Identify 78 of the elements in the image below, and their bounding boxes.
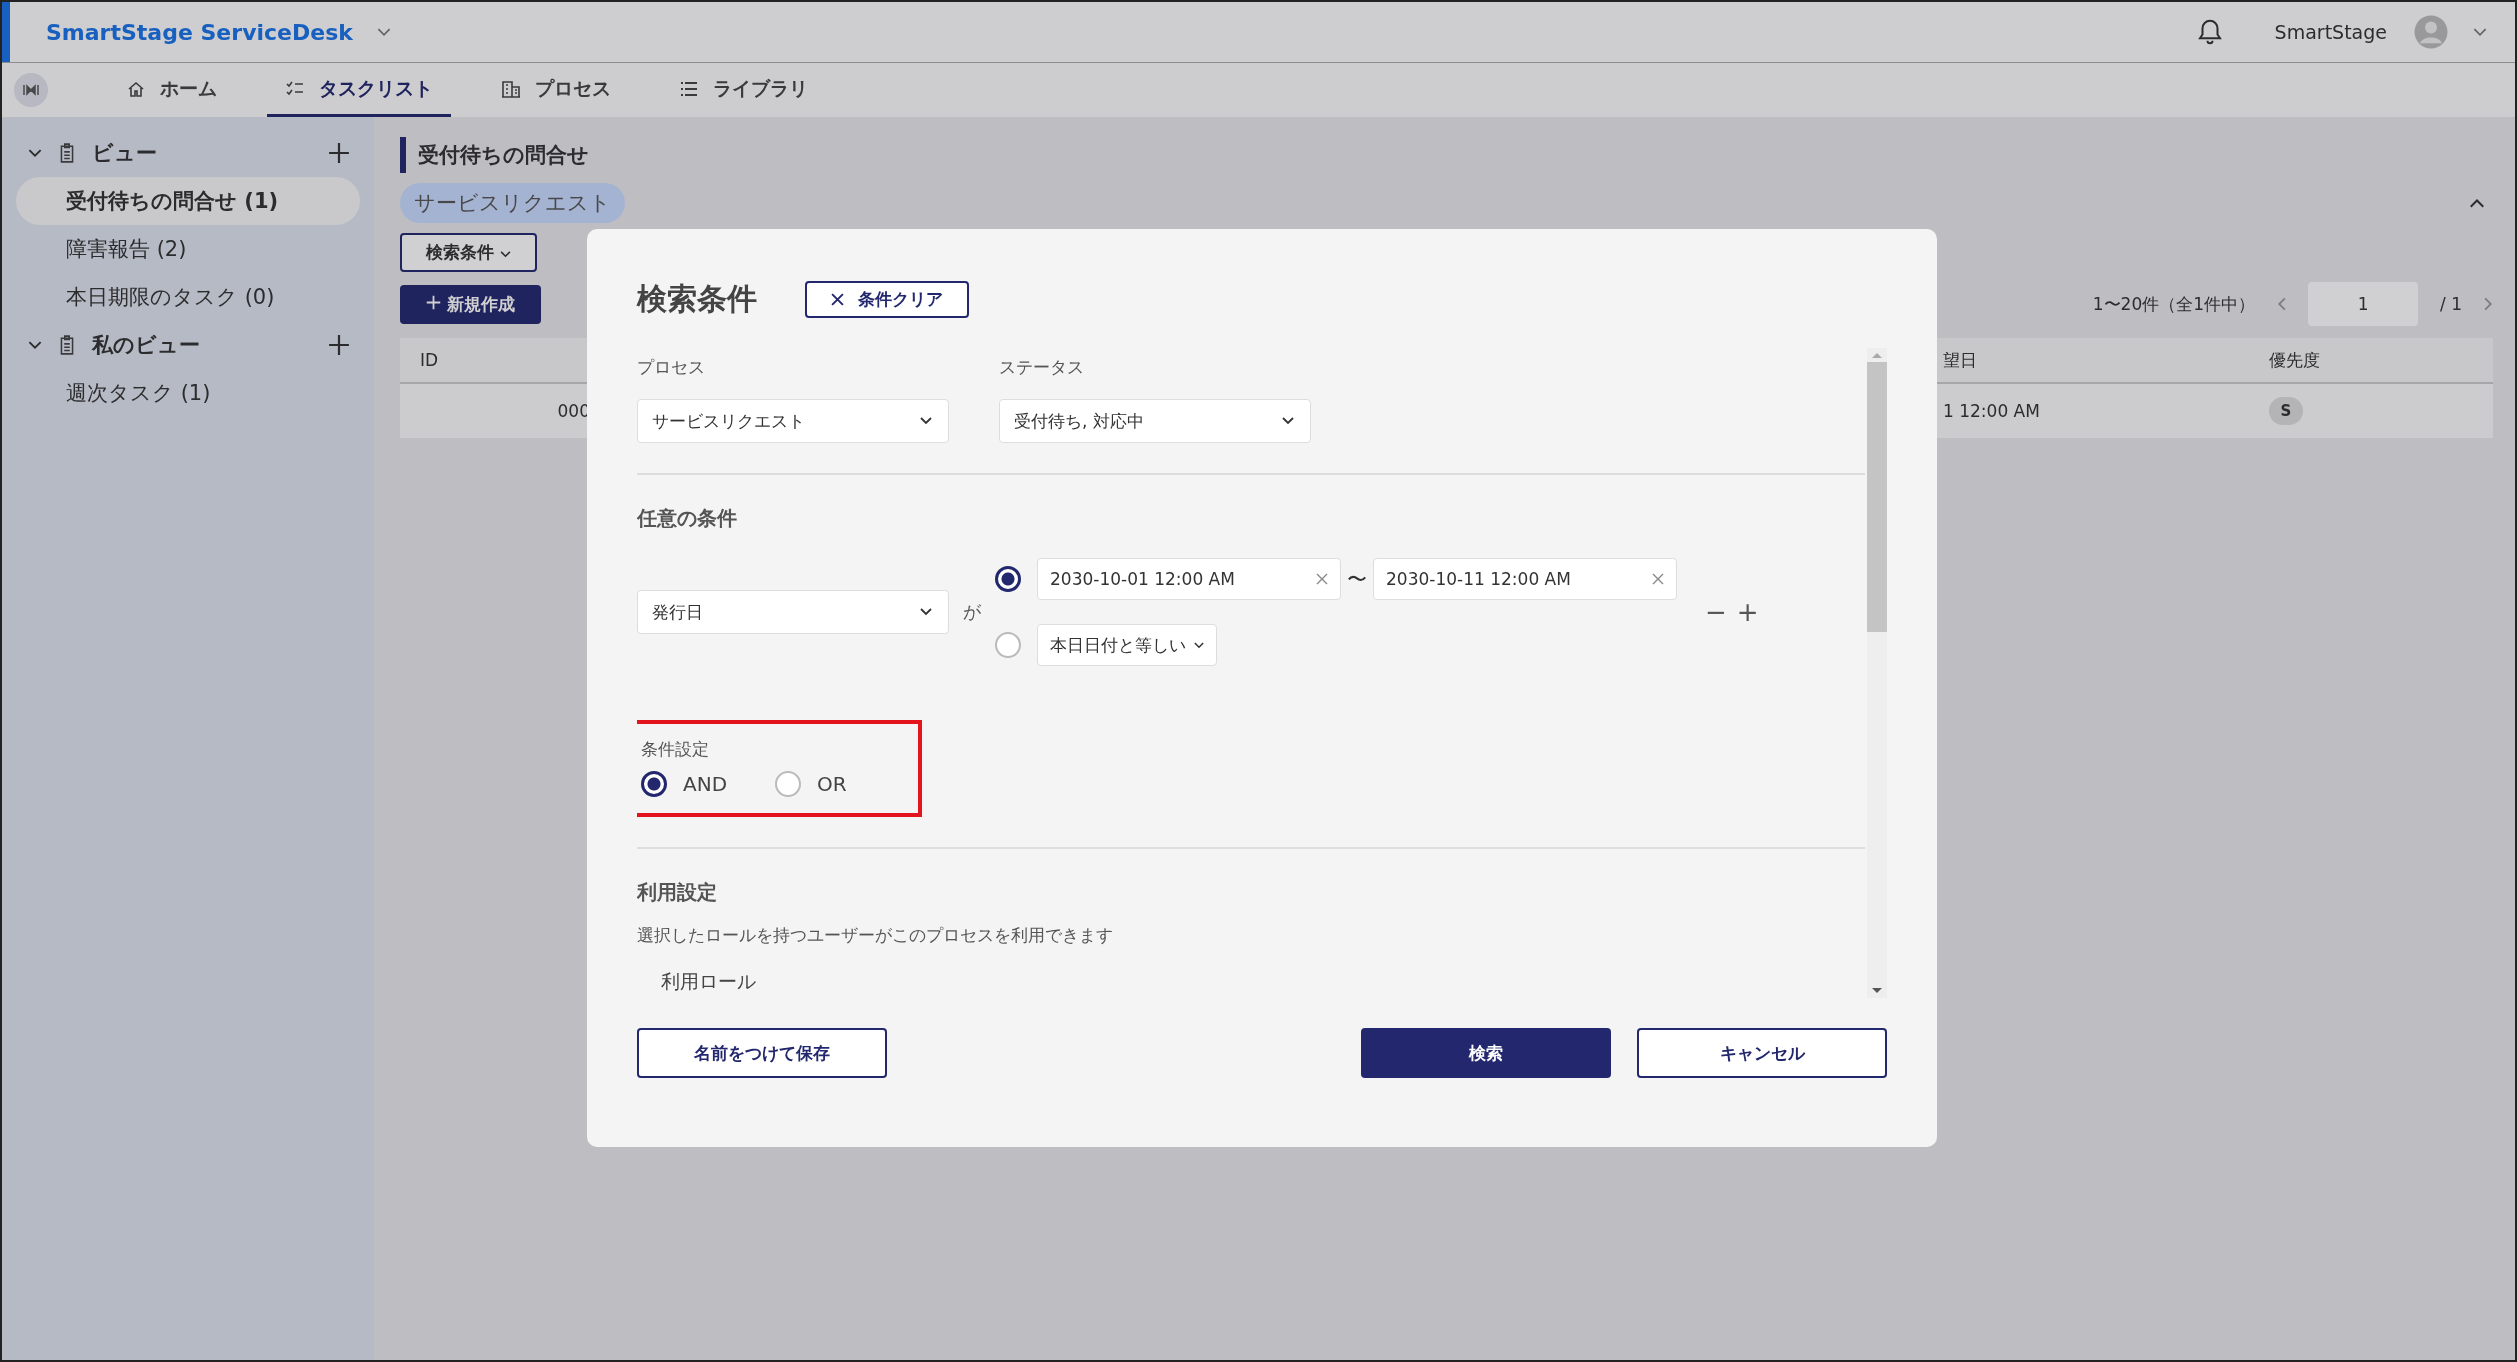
range-separator: 〜	[1347, 565, 1367, 593]
select-field[interactable]: 本日日付と等しい	[1037, 624, 1217, 666]
chevron-right-icon[interactable]	[2484, 297, 2493, 311]
clipboard-icon	[58, 335, 76, 355]
clear-button[interactable]: 条件クリア	[805, 281, 969, 318]
dialog-button[interactable]: キャンセル	[1637, 1028, 1887, 1078]
chevron-down-icon[interactable]	[28, 340, 42, 350]
plus-icon[interactable]	[328, 334, 350, 356]
building-icon	[501, 78, 521, 99]
dialog-button[interactable]: 名前をつけて保存	[637, 1028, 887, 1078]
close-icon	[831, 293, 844, 306]
app-title[interactable]: SmartStage ServiceDesk	[46, 19, 353, 45]
nav-tab[interactable]: プロセス	[483, 63, 629, 117]
remove-button[interactable]: −	[1705, 597, 1727, 627]
select-field[interactable]: 受付待ち, 対応中	[999, 399, 1311, 443]
radio-option[interactable]: AND	[641, 771, 728, 797]
select-field[interactable]: 発行日	[637, 590, 949, 634]
scrollbar[interactable]	[1867, 348, 1887, 998]
chevron-up-icon[interactable]	[2469, 198, 2485, 208]
priority-badge: S	[2269, 397, 2303, 425]
add-button[interactable]: +	[1736, 597, 1759, 627]
page-field[interactable]: 1	[2308, 282, 2419, 326]
group-label[interactable]: ビュー	[92, 139, 312, 167]
particle-text: が	[963, 600, 981, 624]
scroll-down-icon[interactable]	[1872, 988, 1882, 994]
chevron-down-icon	[1282, 417, 1294, 425]
select-field[interactable]: サービスリクエスト	[637, 399, 949, 443]
column-header: ID	[419, 350, 440, 370]
description-text: 選択したロールを持つユーザーがこのプロセスを利用できます	[637, 924, 1114, 947]
chevron-down-icon	[920, 417, 932, 425]
user-name[interactable]: SmartStage	[2274, 21, 2387, 43]
clear-icon[interactable]	[1316, 573, 1328, 585]
table-cell-text: 1 12:00 AM	[1942, 401, 2041, 421]
filter-button[interactable]: 検索条件	[400, 233, 537, 272]
scroll-up-icon[interactable]	[1872, 352, 1882, 358]
nav-tab[interactable]: ライブラリ	[661, 63, 826, 117]
date-field[interactable]: 2030-10-01 12:00 AM	[1037, 558, 1341, 600]
chevron-down-icon	[1194, 641, 1204, 649]
page-range: 1〜20件（全1件中）	[2092, 292, 2256, 316]
page-total: / 1	[2440, 294, 2462, 314]
radio-button[interactable]	[995, 566, 1021, 592]
dialog-title: 検索条件	[637, 280, 757, 318]
chevron-down-icon	[920, 608, 932, 616]
chevron-left-icon[interactable]	[2277, 297, 2287, 311]
page-title: 受付待ちの問合せ	[400, 137, 2493, 173]
role-label: 利用ロール	[661, 970, 756, 992]
radio-button[interactable]	[641, 771, 667, 797]
clear-icon[interactable]	[1652, 573, 1664, 585]
collapse-button[interactable]	[14, 73, 48, 107]
accent-bar	[2, 2, 10, 62]
radio-option[interactable]: OR	[775, 771, 847, 797]
chevron-down-icon[interactable]	[2473, 27, 2487, 37]
plus-icon	[426, 294, 441, 310]
column-header: 優先度	[2268, 348, 2321, 372]
radio-button[interactable]	[775, 771, 802, 797]
date-field[interactable]: 2030-10-11 12:00 AM	[1373, 558, 1677, 600]
group-label[interactable]: 私のビュー	[92, 331, 312, 359]
field-label: プロセス	[637, 356, 706, 379]
dialog-button[interactable]: 検索	[1361, 1028, 1611, 1078]
chevron-down-icon	[499, 251, 511, 258]
clipboard-icon	[58, 143, 76, 163]
new-button[interactable]: 新規作成	[400, 284, 541, 324]
sidebar-item[interactable]: 週次タスク (1)	[16, 369, 360, 417]
sidebar-item[interactable]: 本日期限のタスク (0)	[16, 273, 360, 321]
field-label: ステータス	[999, 356, 1085, 379]
chevron-down-icon[interactable]	[28, 148, 42, 158]
section-heading: 任意の条件	[637, 505, 738, 532]
field-label: 条件設定	[641, 738, 710, 761]
chevron-down-icon[interactable]	[376, 27, 391, 37]
process-chip[interactable]: サービスリクエスト	[400, 183, 625, 223]
radio-button[interactable]	[995, 632, 1021, 658]
scroll-thumb[interactable]	[1867, 362, 1887, 632]
nav-tab[interactable]: ホーム	[108, 63, 235, 117]
section-heading: 利用設定	[637, 879, 718, 906]
column-header: 望日	[1942, 348, 1978, 372]
plus-icon[interactable]	[328, 142, 350, 164]
sidebar-item[interactable]: 障害報告 (2)	[16, 225, 360, 273]
sidebar-item[interactable]: 受付待ちの問合せ (1)	[16, 177, 360, 225]
